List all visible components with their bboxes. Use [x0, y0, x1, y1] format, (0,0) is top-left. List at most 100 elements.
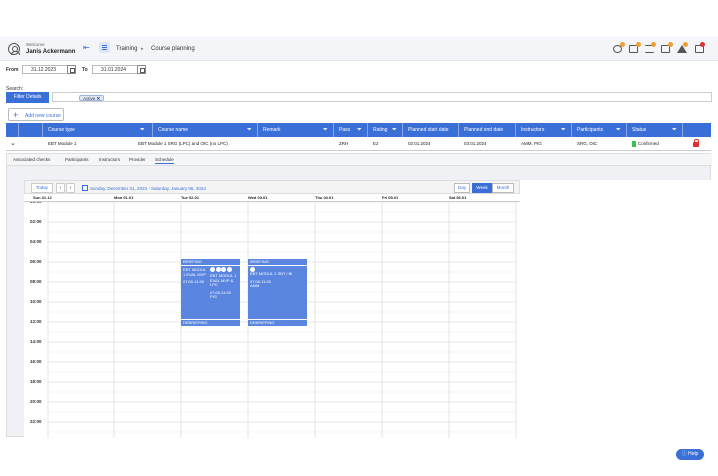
active-chip-label: Active — [83, 95, 96, 101]
time-label: 18:00 — [30, 379, 42, 384]
header-actions — [682, 123, 711, 137]
week-grid[interactable]: 00:00 02:00 04:00 06:00 08:00 10:00 12:00 14:00… — [24, 202, 520, 438]
event-tue-a-time: 07:00-11:00 — [183, 279, 205, 284]
time-label: 00:00 — [30, 202, 42, 204]
day-header-thu: Thu 04.01 — [315, 195, 334, 200]
header-course-type[interactable]: Course type — [42, 123, 152, 137]
course-type-filter-icon[interactable]: ⏷ — [140, 127, 145, 133]
header-start-date[interactable]: Planned start date — [402, 123, 458, 137]
event-wed-code: AMM — [250, 283, 260, 288]
tab-instructors[interactable]: Instructors — [99, 157, 120, 162]
breadcrumb-course-planning: Course planning — [151, 46, 195, 52]
status-label: Confirmed — [638, 141, 659, 146]
day-header-row: Sun 31.12 Mon 01.01 Tue 02.01 Wed 03.01 … — [24, 194, 520, 202]
time-label: 06:00 — [30, 259, 42, 264]
tab-associated-checks[interactable]: Associated checks — [13, 157, 50, 162]
event-tue-a: EBT MODUL 1 EVAL MVP 07:00-11:00 — [183, 267, 209, 285]
mail-badge — [636, 42, 641, 47]
header-course-name[interactable]: Course name — [152, 123, 257, 137]
tab-participants[interactable]: Participants — [65, 157, 89, 162]
add-new-course-label: Add new course — [25, 112, 61, 119]
event-wed-debriefing[interactable]: DEBRIEFING — [248, 320, 307, 326]
time-label: 22:00 — [30, 419, 42, 424]
cell-start-date: 02.01.2024 — [408, 141, 431, 146]
detail-tabs: Associated checks Participants Instructo… — [7, 154, 712, 166]
date-picker-icon[interactable] — [82, 185, 88, 191]
time-label: 16:00 — [30, 359, 42, 364]
header-end-date[interactable]: Planned end date — [458, 123, 515, 137]
message-badge — [668, 42, 673, 47]
top-header: Welcome Janis Ackermann ⇤ Training ▸ Cou… — [0, 37, 718, 61]
status-filter-icon[interactable]: ⏷ — [672, 127, 677, 133]
tab-provider[interactable]: Provider — [129, 157, 146, 162]
add-new-course-button[interactable]: + Add new course — [8, 108, 64, 121]
view-month-button[interactable]: Month — [492, 183, 514, 193]
active-filter-chip[interactable]: Active ✕ — [79, 94, 105, 101]
event-wed-briefing[interactable]: BRIEFING — [248, 259, 307, 265]
logout-badge — [700, 42, 705, 47]
view-week-button[interactable]: Week — [472, 183, 492, 193]
help-icon: ⓘ — [681, 451, 687, 457]
expand-chevron-icon[interactable]: ⌄ — [10, 140, 16, 147]
lock-icon[interactable] — [693, 139, 699, 147]
from-label: From — [6, 67, 19, 73]
remark-filter-icon[interactable]: ⏷ — [323, 127, 328, 133]
participants-filter-icon[interactable]: ⏷ — [616, 127, 621, 133]
instructors-filter-icon[interactable]: ⏷ — [561, 127, 566, 133]
breadcrumb-chevron-icon: ▸ — [141, 45, 144, 52]
prev-week-button[interactable]: ‹ — [56, 183, 65, 193]
tab-schedule[interactable]: Schedule — [155, 157, 174, 164]
cell-participants: SRG, OIC — [577, 141, 598, 146]
breadcrumb-training[interactable]: Training — [116, 46, 137, 52]
username: Janis Ackermann — [26, 48, 76, 55]
event-tue-briefing[interactable]: BRIEFING — [181, 259, 240, 265]
time-label: 02:00 — [30, 219, 42, 224]
avatar-icon — [221, 267, 226, 272]
menu-icon[interactable] — [99, 42, 110, 53]
help-label: Help — [688, 451, 699, 457]
course-name-filter-icon[interactable]: ⏷ — [247, 127, 252, 133]
avatar-icon — [210, 267, 215, 272]
day-header-wed: Wed 03.01 — [248, 195, 268, 200]
chip-close-icon[interactable]: ✕ — [97, 96, 101, 101]
event-tue-b: EBT MODUL 1 EVAL MVP & LPC 07:00-11:00 P… — [210, 267, 240, 300]
event-tue-b-code: PIG — [210, 294, 217, 299]
cell-course-type: EBT Module 1 — [48, 141, 77, 146]
warning-badge — [683, 42, 688, 47]
participant-avatars — [210, 267, 240, 272]
day-header-sun: Sun 31.12 — [33, 195, 52, 200]
event-tue-sim[interactable]: EBT MODUL 1 EVAL MVP 07:00-11:00 EBT MOD… — [181, 266, 240, 319]
event-wed-sim[interactable]: EBT MODUL 1 SBT / BI 07:00-11:00 AMM — [248, 266, 307, 319]
info-badge — [620, 42, 625, 47]
plus-icon: + — [13, 110, 19, 120]
event-tue-debriefing[interactable]: DEBRIEFING — [181, 320, 240, 326]
user-icon[interactable] — [8, 43, 20, 55]
cell-course-name: EBT Module 1 SRG (LPC) and OIC (no LPC) — [138, 141, 228, 146]
filter-details-button[interactable]: Filter Details — [6, 92, 49, 103]
avatar-icon — [226, 267, 232, 272]
time-label: 04:00 — [30, 239, 42, 244]
collapse-sidebar-icon[interactable]: ⇤ — [83, 44, 90, 52]
view-day-button[interactable]: Day — [454, 183, 470, 193]
event-tue-a-title: EBT MODUL 1 EVAL MVP — [183, 267, 207, 277]
cell-remark — [259, 137, 263, 151]
date-range-label[interactable]: Sunday, December 31, 2023 - Saturday, Ja… — [90, 186, 206, 191]
today-button[interactable]: Today — [31, 183, 53, 193]
next-week-button[interactable]: › — [66, 183, 75, 193]
time-label: 20:00 — [30, 399, 42, 404]
event-wed-title: EBT MODUL 1 SBT / BI — [250, 271, 293, 276]
cell-status: Confirmed — [628, 137, 659, 151]
filter-bar[interactable]: Active ✕ — [52, 92, 712, 102]
help-button[interactable]: ⓘ Help — [676, 449, 704, 460]
to-calendar-icon[interactable] — [137, 65, 146, 74]
time-label: 12:00 — [30, 319, 42, 324]
from-calendar-icon[interactable] — [67, 65, 76, 74]
rating-filter-icon[interactable]: ⏷ — [392, 127, 397, 133]
avatar-icon — [215, 267, 221, 272]
header-remark[interactable]: Remark — [257, 123, 333, 137]
pass-filter-icon[interactable]: ⏷ — [357, 127, 362, 133]
to-label: To — [82, 67, 88, 73]
table-row[interactable]: ⌄ EBT Module 1 EBT Module 1 SRG (LPC) an… — [6, 137, 711, 151]
course-table-header: Course type ⏷ Course name ⏷ Remark ⏷ Pas… — [6, 123, 711, 137]
welcome-text: Welcome — [26, 42, 45, 47]
